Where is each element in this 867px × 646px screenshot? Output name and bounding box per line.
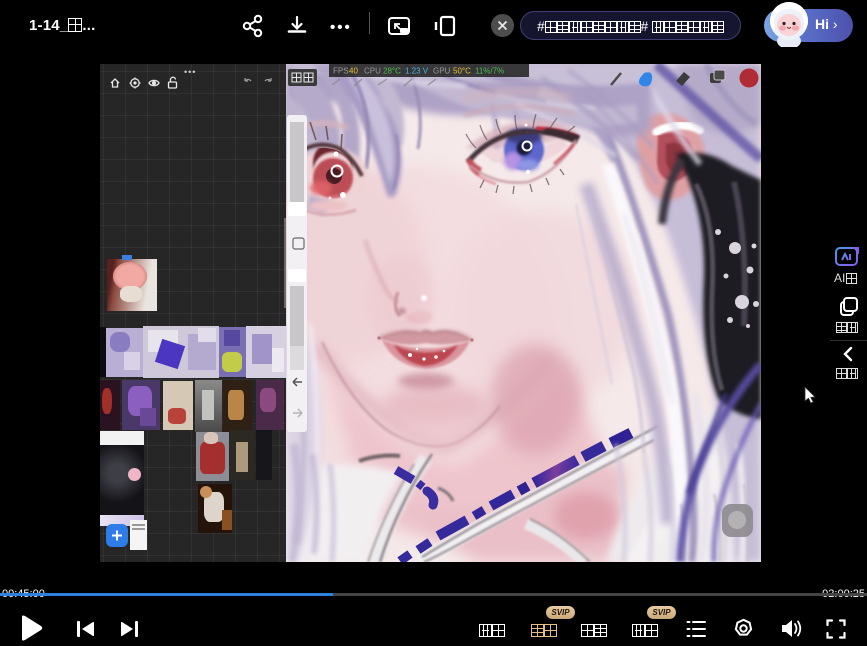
svg-text:28°C: 28°C xyxy=(383,67,401,76)
svg-text:CPU: CPU xyxy=(364,67,381,76)
svg-text:50°C: 50°C xyxy=(453,67,471,76)
svg-text:11%/7%: 11%/7% xyxy=(475,67,504,76)
svg-text:FPS: FPS xyxy=(333,67,349,76)
svg-text:1.23 V: 1.23 V xyxy=(405,67,429,76)
svg-text:40: 40 xyxy=(349,67,358,76)
svg-text:GPU: GPU xyxy=(433,67,451,76)
